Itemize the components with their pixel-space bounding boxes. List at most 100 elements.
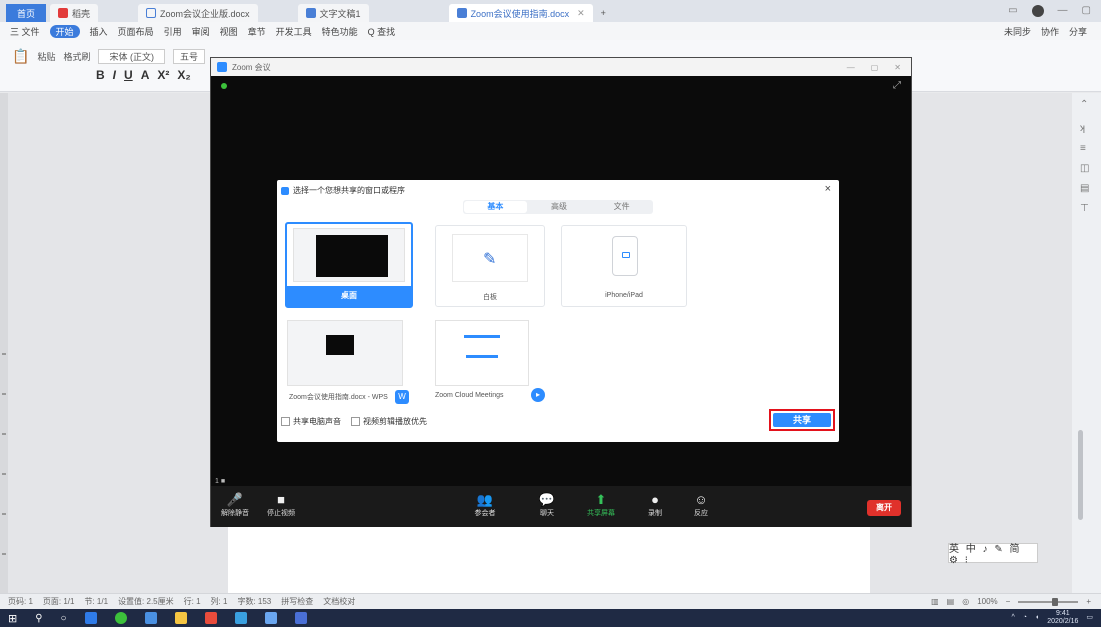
paste-icon[interactable]: 📋 — [12, 48, 29, 65]
search-icon[interactable]: ⚲ — [35, 613, 42, 624]
menu-file[interactable]: 三 文件 — [10, 25, 40, 38]
share-option-wps-document[interactable]: Zoom会议使用指南.docx - WPS W — [285, 320, 409, 408]
share-button[interactable]: 共享 — [773, 413, 831, 427]
font-family-select[interactable]: 宋体 (正文) — [98, 49, 165, 64]
tab-document-active[interactable]: Zoom会议使用指南.docx ✕ — [448, 4, 593, 22]
chat-button[interactable]: 💬 聊天 — [527, 492, 567, 518]
share-computer-sound-checkbox[interactable]: 共享电脑声音 — [281, 416, 341, 427]
wps-icon[interactable] — [204, 612, 217, 624]
browser-icon[interactable] — [234, 612, 247, 624]
volume-icon[interactable]: ◖ — [1035, 614, 1039, 622]
unmute-button[interactable]: 🎤 解除静音 — [215, 492, 255, 518]
bold-button[interactable]: B — [96, 68, 105, 82]
web-view-icon[interactable]: ◎ — [962, 597, 969, 606]
vertical-scrollbar[interactable] — [1078, 430, 1083, 520]
share-option-whiteboard[interactable]: ✎ 白板 — [435, 225, 545, 307]
paste-button[interactable]: 粘贴 — [37, 50, 55, 63]
zoom-level[interactable]: 100% — [977, 597, 997, 606]
zoom-taskbar-icon[interactable] — [144, 612, 157, 624]
read-mode-icon[interactable]: ▤ — [947, 597, 955, 606]
tools-icon[interactable]: ⊤ — [1080, 203, 1092, 215]
share-option-iphone[interactable]: iPhone/iPad — [561, 225, 687, 307]
file-explorer-icon[interactable] — [174, 612, 187, 624]
close-icon[interactable]: ✕ — [894, 63, 901, 72]
zoom-out-button[interactable]: − — [1006, 597, 1011, 606]
wechat-icon[interactable] — [114, 612, 127, 624]
sync-status[interactable]: 未同步 — [1004, 25, 1031, 38]
close-icon[interactable]: × — [825, 183, 831, 195]
close-tab-icon[interactable]: ✕ — [577, 8, 585, 19]
leave-meeting-button[interactable]: 离开 — [867, 500, 901, 516]
proofread-button[interactable]: 文档校对 — [323, 596, 355, 607]
spell-check-button[interactable]: 拼写检查 — [281, 596, 313, 607]
tab-home[interactable]: 首页 — [6, 4, 46, 22]
view-mode-icon[interactable]: ▥ — [931, 597, 939, 606]
tab-label: 文字文稿1 — [319, 8, 361, 19]
tab-advanced[interactable]: 高级 — [528, 200, 591, 214]
menu-insert[interactable]: 插入 — [90, 25, 108, 38]
collaborate-button[interactable]: 协作 — [1041, 25, 1059, 38]
tab-daoke[interactable]: 稻壳 — [50, 4, 99, 22]
zoom-in-button[interactable]: + — [1086, 597, 1091, 606]
network-icon[interactable]: ◔ — [1023, 614, 1027, 622]
menu-review[interactable]: 审阅 — [192, 25, 210, 38]
avatar[interactable] — [1031, 5, 1044, 17]
minimize-icon[interactable]: — — [1058, 5, 1068, 17]
menu-developer[interactable]: 开发工具 — [276, 25, 312, 38]
tray-arrow-icon[interactable]: ^ — [1011, 614, 1014, 622]
select-icon[interactable]: ◫ — [1080, 163, 1092, 175]
ime-toolbar[interactable]: 英 中 ♪ ✎ 简 ⚙ ⁝ — [948, 543, 1038, 566]
encryption-status-icon[interactable] — [221, 83, 227, 89]
menu-page-layout[interactable]: 页面布局 — [118, 25, 154, 38]
properties-icon[interactable]: ▤ — [1080, 183, 1092, 195]
share-option-desktop[interactable]: 桌面 — [285, 222, 413, 308]
clock[interactable]: 9:41 2020/2/16 — [1047, 610, 1078, 626]
document-taskbar-icon[interactable] — [294, 612, 307, 624]
record-button[interactable]: ● 录制 — [635, 492, 675, 518]
stop-video-button[interactable]: ■ 停止视频 — [261, 492, 301, 518]
control-label: 反应 — [694, 510, 708, 517]
notification-icon[interactable]: ▭ — [1086, 614, 1093, 622]
menu-section[interactable]: 章节 — [248, 25, 266, 38]
fullscreen-icon[interactable]: ⤢ — [893, 80, 901, 91]
underline-button[interactable]: U — [124, 68, 133, 82]
tab-files[interactable]: 文件 — [590, 200, 653, 214]
minimize-icon[interactable]: — — [847, 63, 855, 72]
panel-icon[interactable]: ⌃ — [1080, 99, 1092, 111]
edge-icon[interactable] — [84, 612, 97, 624]
layout-icon[interactable]: ▭ — [1008, 5, 1017, 17]
menu-view[interactable]: 视图 — [220, 25, 238, 38]
status-word-count[interactable]: 字数: 153 — [237, 596, 271, 607]
tab-basic[interactable]: 基本 — [464, 201, 527, 213]
maximize-icon[interactable]: ▢ — [871, 63, 879, 72]
task-view-icon[interactable]: ○ — [61, 613, 67, 624]
paragraph-icon[interactable]: ≡ — [1080, 143, 1092, 155]
italic-button[interactable]: I — [113, 68, 116, 82]
optimize-video-checkbox[interactable]: 视频剪辑播放优先 — [351, 416, 427, 427]
writer-icon[interactable] — [264, 612, 277, 624]
zoom-slider-handle[interactable] — [1052, 597, 1059, 606]
new-tab-button[interactable]: + — [593, 4, 614, 22]
menu-features[interactable]: 特色功能 — [322, 25, 358, 38]
checkbox-box — [351, 417, 360, 427]
font-color-button[interactable]: A — [141, 68, 150, 82]
participants-button[interactable]: 👥 参会者 — [465, 492, 505, 518]
maximize-icon[interactable]: ▢ — [1082, 5, 1091, 17]
font-size-select[interactable]: 五号 — [172, 49, 205, 64]
share-option-zoom-meetings[interactable]: Zoom Cloud Meetings ▸ — [431, 320, 545, 408]
share-screen-button[interactable]: ⬆ 共享屏幕 — [581, 492, 621, 518]
zoom-slider[interactable] — [1018, 597, 1079, 606]
share-doc-button[interactable]: 分享 — [1069, 25, 1087, 38]
menu-search[interactable]: Q 查找 — [368, 25, 396, 38]
tab-label: Zoom会议使用指南.docx — [470, 8, 570, 19]
menu-home[interactable]: 开始 — [49, 24, 80, 38]
tab-document-1[interactable]: Zoom会议企业版.docx — [138, 4, 258, 22]
windows-start-icon[interactable]: ⊞ — [8, 612, 17, 625]
tab-document-2[interactable]: 文字文稿1 — [297, 4, 369, 22]
format-painter-button[interactable]: 格式刷 — [63, 50, 90, 63]
style-icon[interactable]: ʞ — [1080, 123, 1092, 135]
reactions-button[interactable]: ☺ 反应 — [681, 492, 721, 518]
menu-references[interactable]: 引用 — [164, 25, 182, 38]
superscript-button[interactable]: X² — [157, 68, 169, 82]
subscript-button[interactable]: X₂ — [177, 68, 190, 82]
